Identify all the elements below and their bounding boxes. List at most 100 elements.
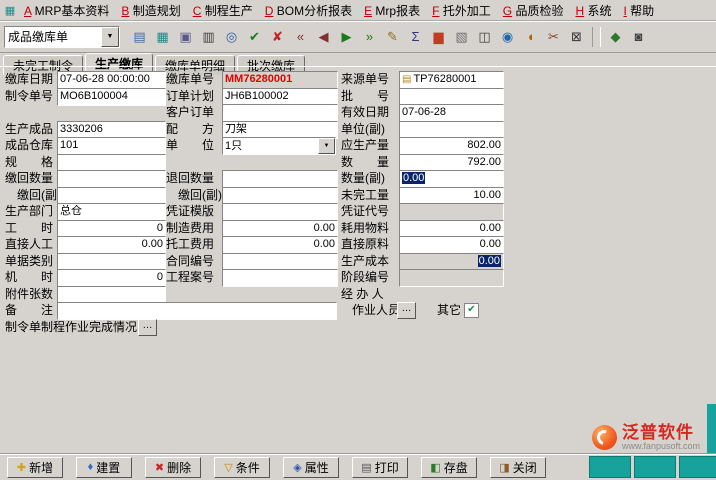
tuihui-shuliang-label: 退回数量 bbox=[166, 170, 214, 186]
zhijie-yuanliao-input[interactable]: 0.00 bbox=[399, 236, 504, 254]
speaker-icon[interactable]: ◖ bbox=[519, 26, 542, 48]
dingdan-jihua-label: 订单计划 bbox=[166, 88, 214, 104]
menu-item[interactable]: G 品质检验 bbox=[497, 1, 570, 20]
jiaoku-danhao-label: 缴库单号 bbox=[166, 71, 214, 87]
condition-button[interactable]: ▽条件 bbox=[214, 457, 270, 478]
fanpu-logo-url: www.fanpusoft.com bbox=[622, 441, 700, 451]
jieduan-bianhao-input[interactable] bbox=[399, 269, 504, 287]
new-doc-icon[interactable]: ▤ bbox=[128, 26, 151, 48]
zhijie-rengong-input[interactable]: 0.00 bbox=[57, 236, 166, 254]
menu-item[interactable]: F 托外加工 bbox=[426, 1, 497, 20]
menu-item[interactable]: B 制造规划 bbox=[115, 1, 186, 20]
print-button[interactable]: ▤打印 bbox=[352, 457, 408, 478]
jiaohui-shuliang-input[interactable] bbox=[57, 170, 166, 188]
close-button-label: 关闭 bbox=[513, 459, 537, 476]
menu-item[interactable]: E Mrp报表 bbox=[358, 1, 426, 20]
tuogong-feiyong-input[interactable]: 0.00 bbox=[222, 236, 338, 254]
shuliang-fu-input[interactable]: 0.00 bbox=[399, 170, 504, 188]
jiaoku-danhao-input[interactable]: MM76280001 bbox=[222, 71, 338, 89]
close-button[interactable]: ◨关闭 bbox=[490, 457, 546, 478]
zhicheng-zuoye-ellipsis-button[interactable]: … bbox=[138, 319, 157, 336]
jingbanren-label: 经 办 人 bbox=[341, 286, 384, 302]
add-icon: ✚ bbox=[17, 461, 26, 474]
gongcheng-anhao-input[interactable] bbox=[222, 269, 338, 287]
last-record-icon[interactable]: » bbox=[358, 26, 381, 48]
zhizao-feiyong-label: 制造费用 bbox=[166, 220, 214, 236]
menu-item[interactable]: I 帮助 bbox=[618, 1, 661, 20]
zhiling-danhao-input[interactable]: MO6B100004 bbox=[57, 88, 166, 106]
chart-icon[interactable]: ▆ bbox=[427, 26, 450, 48]
side-strip bbox=[707, 404, 716, 454]
tuihui-shuliang-input[interactable] bbox=[222, 170, 338, 188]
shengchan-bumen-input[interactable]: 总仓 bbox=[57, 203, 166, 221]
fujian-zhangshu-label: 附件张数 bbox=[5, 286, 53, 302]
weiwangongliang-label: 未完工量 bbox=[341, 187, 389, 203]
jiaoku-riqi-input[interactable]: 07-06-28 00:00:00 bbox=[57, 71, 166, 89]
delete-button[interactable]: ✖删除 bbox=[145, 457, 201, 478]
zuoye-renyuan-ellipsis-button[interactable]: … bbox=[397, 302, 416, 319]
build-button[interactable]: ♦建置 bbox=[76, 457, 132, 478]
toolbar-divider bbox=[592, 27, 601, 47]
menu-bar: ▦ A MRP基本资料B 制造规划C 制程生产D BOM分析报表E Mrp报表F… bbox=[0, 0, 716, 21]
zhicheng-zuoye-label: 制令单制程作业完成情况 bbox=[5, 319, 137, 335]
youxiao-riqi-input[interactable]: 07-06-28 bbox=[399, 104, 504, 122]
jiaoku-riqi-label: 缴库日期 bbox=[5, 71, 53, 87]
sum-icon[interactable]: Σ bbox=[404, 26, 427, 48]
guige-label: 规 格 bbox=[5, 154, 53, 170]
properties-button[interactable]: ◈属性 bbox=[283, 457, 339, 478]
calendar-icon[interactable]: ▧ bbox=[450, 26, 473, 48]
ji-shi-input[interactable]: 0 bbox=[57, 269, 166, 287]
shuliang-fu-selected-value: 0.00 bbox=[402, 172, 425, 184]
pingzheng-moban-input[interactable] bbox=[222, 203, 338, 221]
menu-item[interactable]: C 制程生产 bbox=[187, 1, 259, 20]
pingzheng-daihao-input[interactable] bbox=[399, 203, 504, 221]
menu-item[interactable]: A MRP基本资料 bbox=[18, 1, 115, 20]
check-icon[interactable]: ✔ bbox=[243, 26, 266, 48]
fanpu-logo-icon bbox=[592, 425, 617, 450]
add-button[interactable]: ✚新增 bbox=[7, 457, 63, 478]
jiaohui-fu-2-label: 缴回(副) bbox=[166, 187, 222, 203]
zhiling-danhao-label: 制令单号 bbox=[5, 88, 53, 104]
kehu-dingdan-input[interactable] bbox=[222, 104, 338, 122]
danwei-input[interactable]: 1只▼ bbox=[222, 137, 336, 155]
lock-icon[interactable]: ◆ bbox=[604, 26, 627, 48]
menu-item[interactable]: D BOM分析报表 bbox=[259, 1, 358, 20]
menu-item[interactable]: H 系统 bbox=[569, 1, 617, 20]
chengpin-cangku-input[interactable]: 101 bbox=[57, 137, 166, 155]
calculator-icon[interactable]: ◫ bbox=[473, 26, 496, 48]
chevron-down-icon[interactable]: ▼ bbox=[318, 138, 335, 154]
close-icon[interactable]: ⊠ bbox=[565, 26, 588, 48]
chevron-down-icon[interactable]: ▼ bbox=[101, 27, 119, 47]
preview-icon[interactable]: ◎ bbox=[220, 26, 243, 48]
fanpu-logo: 泛普软件 www.fanpusoft.com bbox=[592, 424, 700, 451]
toolbar: 成品缴库单 ▼ ▤▦▣▥◎✔✘«◀▶»✎Σ▆▧◫◉◖✂⊠ ◆◙ bbox=[0, 21, 716, 53]
prev-record-icon[interactable]: ◀ bbox=[312, 26, 335, 48]
scissors-icon[interactable]: ✂ bbox=[542, 26, 565, 48]
laiyuan-danhao-input[interactable]: ▤TP76280001 bbox=[399, 71, 504, 89]
menu-bar-items: A MRP基本资料B 制造规划C 制程生产D BOM分析报表E Mrp报表F 托… bbox=[18, 1, 660, 20]
doc-type-select[interactable]: 成品缴库单 ▼ bbox=[4, 26, 120, 48]
status-cell bbox=[589, 456, 631, 478]
delete-icon[interactable]: ✘ bbox=[266, 26, 289, 48]
pencil-icon[interactable]: ✎ bbox=[381, 26, 404, 48]
gongcheng-anhao-label: 工程案号 bbox=[166, 269, 214, 285]
yingshengchanliang-input[interactable]: 802.00 bbox=[399, 137, 504, 155]
laiyuan-danhao-label: 来源单号 bbox=[341, 71, 389, 87]
save-icon[interactable]: ▣ bbox=[174, 26, 197, 48]
status-cell bbox=[634, 456, 676, 478]
globe-icon[interactable]: ◉ bbox=[496, 26, 519, 48]
save-button[interactable]: ◧存盘 bbox=[421, 457, 477, 478]
other-checkbox[interactable]: ✔ bbox=[464, 303, 479, 318]
grid-icon[interactable]: ▦ bbox=[151, 26, 174, 48]
first-record-icon[interactable]: « bbox=[289, 26, 312, 48]
kehu-dingdan-label: 客户订单 bbox=[166, 104, 214, 120]
youxiao-riqi-label: 有效日期 bbox=[341, 104, 389, 120]
laiyuan-danhao-value: TP76280001 bbox=[413, 73, 476, 85]
exit-icon[interactable]: ◙ bbox=[627, 26, 650, 48]
peifang-label: 配 方 bbox=[166, 121, 214, 137]
yingshengchanliang-label: 应生产量 bbox=[341, 137, 389, 153]
print-icon[interactable]: ▥ bbox=[197, 26, 220, 48]
next-record-icon[interactable]: ▶ bbox=[335, 26, 358, 48]
pingzheng-moban-label: 凭证模版 bbox=[166, 203, 214, 219]
beizhu-input[interactable] bbox=[57, 302, 337, 320]
